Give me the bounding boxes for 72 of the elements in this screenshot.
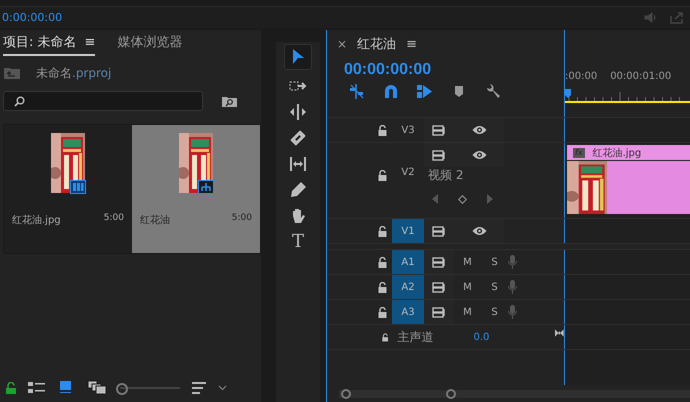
mute-button[interactable]: M bbox=[454, 256, 481, 268]
lock-icon[interactable] bbox=[378, 307, 387, 318]
timecode[interactable]: 00:00:00:00 bbox=[344, 61, 564, 79]
lock-icon[interactable] bbox=[6, 382, 16, 394]
list-view-icon[interactable] bbox=[28, 381, 46, 394]
item-name: 红花油 bbox=[140, 214, 170, 227]
linked-selection-icon[interactable] bbox=[417, 84, 433, 99]
menu-icon[interactable]: ≡ bbox=[84, 35, 96, 50]
sequence-tab[interactable]: 红花油 bbox=[357, 35, 396, 53]
ruler-time: 00:00:01:00 bbox=[610, 71, 672, 82]
sequence-icon bbox=[198, 180, 214, 194]
ripple-edit-icon[interactable] bbox=[289, 103, 307, 121]
volume-value[interactable]: 0.0 bbox=[473, 332, 490, 342]
media-item[interactable]: 红花油.jpg 5:00 bbox=[4, 125, 132, 253]
track-target[interactable]: V3 bbox=[392, 118, 424, 142]
solo-button[interactable]: S bbox=[481, 282, 508, 292]
type-tool[interactable]: T bbox=[292, 232, 304, 252]
mute-button[interactable]: M bbox=[454, 282, 481, 292]
chevron-icon[interactable] bbox=[218, 384, 227, 390]
lock-icon[interactable] bbox=[378, 170, 387, 181]
lock-icon[interactable] bbox=[382, 332, 388, 342]
sync-lock-icon[interactable] bbox=[432, 256, 446, 268]
freeform-view-icon[interactable] bbox=[88, 381, 106, 394]
lock-icon[interactable] bbox=[378, 282, 387, 293]
slip-icon[interactable] bbox=[289, 155, 307, 173]
sync-lock-icon[interactable] bbox=[432, 306, 446, 318]
search-field[interactable] bbox=[3, 91, 203, 111]
menu-icon[interactable]: ≡ bbox=[406, 36, 417, 52]
track-target[interactable]: A3 bbox=[392, 300, 424, 324]
sync-lock-icon[interactable] bbox=[432, 282, 446, 292]
panel-tab[interactable]: 项目: 未命名 ≡ bbox=[3, 33, 96, 56]
eye-icon[interactable] bbox=[472, 150, 486, 160]
panel-tab[interactable]: 媒体浏览器 bbox=[117, 33, 182, 56]
item-duration: 5:00 bbox=[104, 213, 124, 225]
pen-icon[interactable] bbox=[289, 181, 307, 199]
time-ruler[interactable] bbox=[565, 89, 690, 103]
track-target[interactable]: V1 bbox=[392, 219, 424, 243]
item-name: 红花油.jpg bbox=[12, 214, 61, 227]
zoom-slider[interactable] bbox=[116, 382, 180, 394]
sync-lock-icon[interactable] bbox=[432, 150, 446, 160]
ruler-time: :00:00 bbox=[565, 71, 598, 82]
solo-button[interactable]: S bbox=[481, 306, 508, 318]
media-item[interactable]: 红花油 5:00 bbox=[132, 125, 260, 253]
timecode[interactable]: 0:00:00:00 bbox=[2, 11, 62, 24]
track-target[interactable]: A1 bbox=[392, 250, 424, 274]
item-duration: 5:00 bbox=[232, 213, 252, 225]
mute-button[interactable]: M bbox=[454, 306, 481, 318]
clip-name: 红花油.jpg bbox=[592, 146, 642, 160]
keyframe-icon[interactable] bbox=[458, 194, 467, 204]
bowtie-icon[interactable] bbox=[555, 328, 564, 338]
wrench-icon[interactable] bbox=[485, 84, 501, 99]
film-icon bbox=[70, 180, 86, 194]
magnet-icon[interactable] bbox=[383, 84, 399, 99]
scrollbar[interactable] bbox=[339, 390, 690, 398]
sort-icon[interactable] bbox=[192, 382, 206, 394]
nest-icon[interactable] bbox=[349, 84, 365, 99]
lock-icon[interactable] bbox=[378, 226, 387, 237]
track-name: 主声道 bbox=[397, 328, 434, 346]
bin-path: 未命名.prproj bbox=[36, 64, 112, 82]
close-icon[interactable]: × bbox=[337, 37, 348, 51]
track-target[interactable]: A2 bbox=[392, 275, 424, 299]
eye-icon[interactable] bbox=[472, 226, 486, 236]
search-icon bbox=[14, 96, 25, 106]
eye-icon[interactable] bbox=[472, 125, 486, 135]
solo-button[interactable]: S bbox=[481, 256, 508, 268]
lock-icon[interactable] bbox=[378, 125, 387, 136]
sync-lock-icon[interactable] bbox=[432, 124, 446, 136]
search-bin-icon[interactable] bbox=[222, 96, 237, 106]
lock-icon[interactable] bbox=[378, 257, 387, 268]
track-name: 视频 2 bbox=[428, 167, 464, 184]
sync-lock-icon[interactable] bbox=[432, 226, 446, 236]
track-target[interactable]: V2 bbox=[392, 143, 424, 218]
